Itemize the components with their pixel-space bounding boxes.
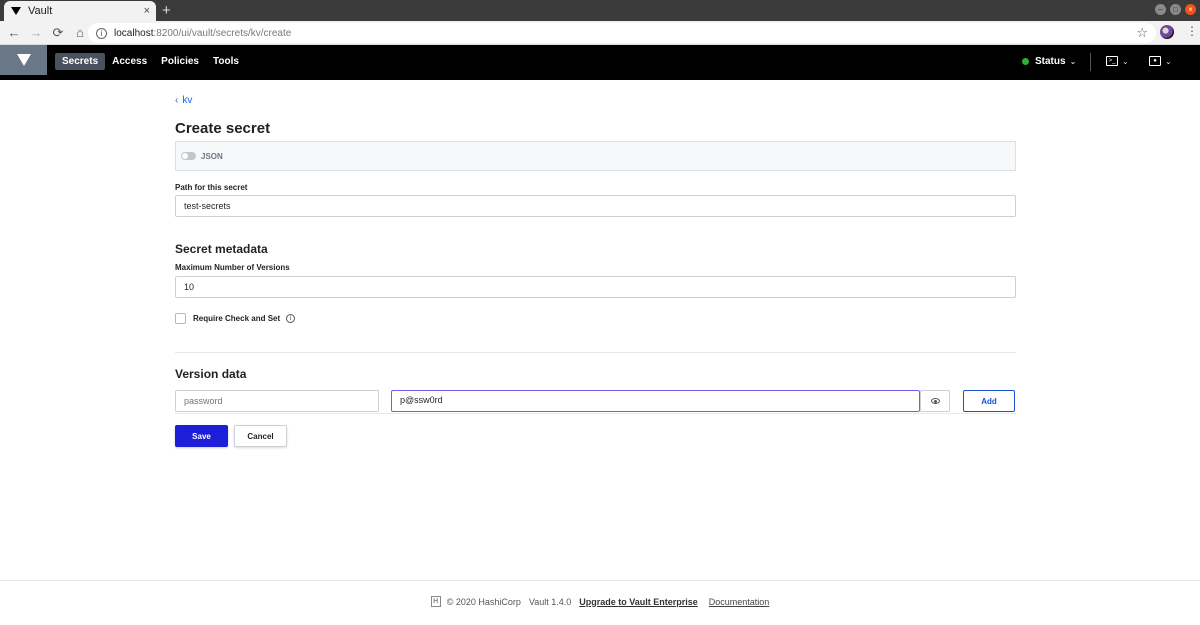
eye-icon: [930, 398, 940, 404]
documentation-link[interactable]: Documentation: [709, 597, 770, 607]
user-icon: ●: [1149, 56, 1161, 66]
user-menu[interactable]: ● ⌄: [1149, 56, 1172, 66]
browser-tab[interactable]: Vault ×: [4, 1, 156, 21]
status-label: Status: [1035, 56, 1066, 67]
tab-title: Vault: [28, 5, 53, 17]
vault-favicon-icon: [10, 5, 22, 17]
section-divider: [175, 352, 1016, 353]
breadcrumb[interactable]: ‹ kv: [175, 95, 192, 106]
footer-version: Vault 1.4.0: [528, 596, 572, 607]
info-icon[interactable]: i: [286, 314, 296, 323]
metadata-title: Secret metadata: [175, 242, 268, 256]
json-toggle-bar: JSON: [175, 141, 1016, 171]
cas-checkbox-row: Require Check and Set i: [175, 313, 296, 324]
forward-arrow-icon[interactable]: →: [25, 25, 47, 40]
save-button[interactable]: Save: [175, 425, 228, 447]
status-menu[interactable]: Status ⌄: [1022, 56, 1076, 67]
minimize-icon[interactable]: –: [1155, 4, 1166, 15]
hashicorp-logo-icon: H: [430, 596, 441, 607]
bookmark-star-icon[interactable]: ☆: [1136, 25, 1148, 41]
browser-profile-avatar[interactable]: [1160, 25, 1174, 39]
reveal-value-button[interactable]: [920, 390, 950, 412]
new-tab-icon[interactable]: +: [162, 1, 171, 20]
page-title: Create secret: [175, 120, 271, 137]
browser-tab-bar: Vault × + – □ ×: [0, 0, 1200, 21]
nav-tools[interactable]: Tools: [206, 53, 246, 70]
nav-policies[interactable]: Policies: [154, 53, 206, 70]
secret-key-input[interactable]: password: [175, 390, 379, 412]
max-versions-input[interactable]: 10: [175, 276, 1016, 298]
chevron-down-icon: ⌄: [1165, 56, 1172, 66]
nav-secrets[interactable]: Secrets: [55, 53, 106, 70]
maximize-icon[interactable]: □: [1170, 4, 1181, 15]
max-versions-label: Maximum Number of Versions: [175, 263, 290, 272]
footer-divider: [0, 580, 1200, 581]
version-data-title: Version data: [175, 367, 247, 381]
json-toggle-label: JSON: [201, 151, 223, 161]
url-field[interactable]: i localhost :8200/ui/vault/secrets/kv/cr…: [88, 23, 1156, 43]
console-menu[interactable]: >_ ⌄: [1106, 56, 1129, 66]
path-input[interactable]: test-secrets: [175, 195, 1016, 217]
upgrade-link[interactable]: Upgrade to Vault Enterprise: [579, 597, 698, 607]
json-toggle[interactable]: [181, 152, 196, 160]
tab-close-icon[interactable]: ×: [144, 5, 150, 17]
footer: H © 2020 HashiCorp Vault 1.4.0 Upgrade t…: [0, 596, 1200, 607]
cas-checkbox[interactable]: [175, 313, 186, 324]
chevron-down-icon: ⌄: [1122, 56, 1129, 66]
url-path: :8200/ui/vault/secrets/kv/create: [153, 27, 292, 39]
reload-icon[interactable]: ⟳: [47, 25, 69, 41]
browser-menu-icon[interactable]: ⋮: [1186, 25, 1198, 37]
nav-access[interactable]: Access: [105, 53, 154, 70]
terminal-icon: >_: [1106, 56, 1118, 66]
site-info-icon[interactable]: i: [96, 27, 107, 39]
vault-navbar: Secrets Access Policies Tools Status ⌄ >…: [0, 45, 1200, 80]
window-close-icon[interactable]: ×: [1185, 4, 1196, 15]
back-arrow-icon[interactable]: ←: [3, 25, 25, 40]
add-button[interactable]: Add: [963, 390, 1015, 412]
nav-divider: [1090, 53, 1091, 71]
path-label: Path for this secret: [175, 183, 248, 192]
chevron-left-icon: ‹: [175, 95, 179, 106]
vault-logo-icon[interactable]: [0, 45, 47, 75]
browser-address-bar: ← → ⟳ ⌂ i localhost :8200/ui/vault/secre…: [0, 21, 1200, 45]
secret-value-textarea[interactable]: p@ssw0rd: [391, 390, 920, 412]
cas-label[interactable]: Require Check and Set: [193, 314, 280, 323]
url-host: localhost: [114, 27, 154, 39]
breadcrumb-kv[interactable]: kv: [182, 95, 192, 106]
main-nav: Secrets Access Policies Tools: [55, 53, 246, 70]
chevron-down-icon: ⌄: [1069, 57, 1077, 66]
cancel-button[interactable]: Cancel: [234, 425, 287, 447]
kv-row-divider: [175, 413, 1016, 414]
status-ok-icon: [1022, 58, 1029, 65]
footer-copyright: © 2020 HashiCorp: [446, 596, 521, 607]
window-controls: – □ ×: [1155, 4, 1196, 15]
